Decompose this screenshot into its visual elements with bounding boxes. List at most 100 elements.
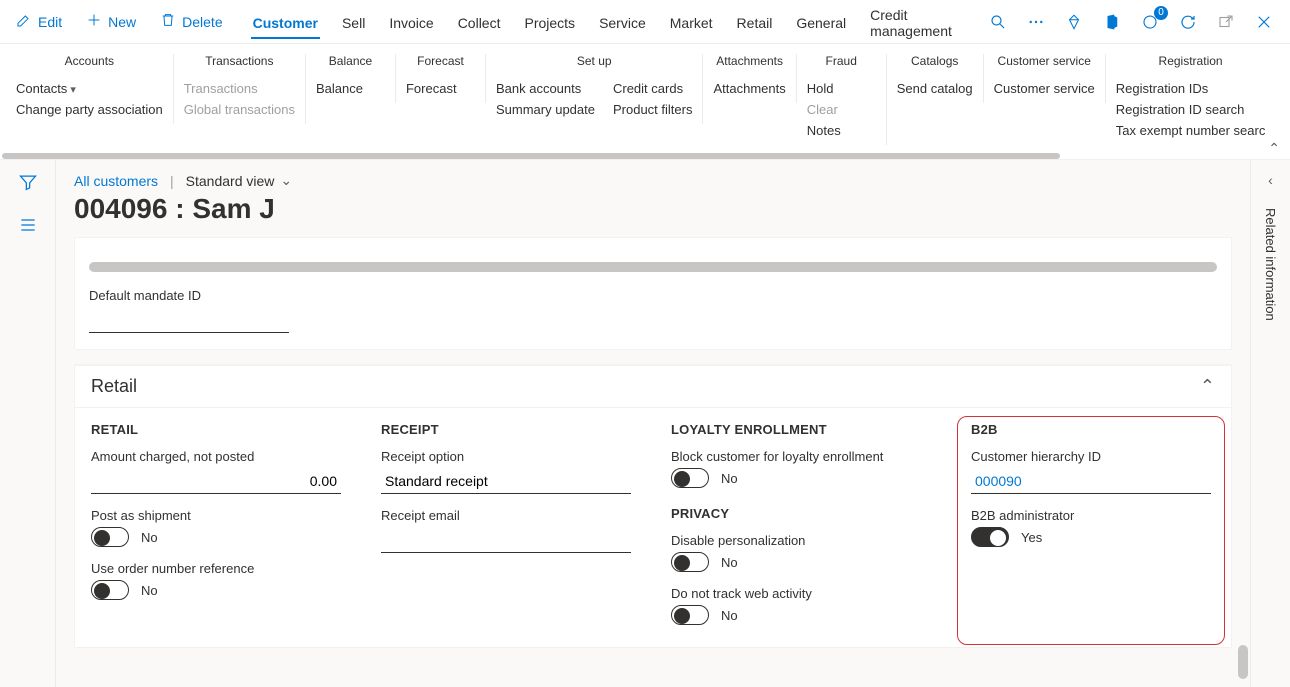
rg-title: Attachments [713,54,785,68]
ribbon-group-customer-service: Customer service Customer service [984,54,1106,103]
chevron-left-icon[interactable]: ‹ [1268,168,1273,204]
diamond-icon[interactable] [1064,12,1084,32]
amount-label: Amount charged, not posted [91,449,341,464]
ribbon-scrollbar[interactable] [2,153,1060,159]
subheader-b2b: B2B [971,422,1211,437]
rg-registration-ids[interactable]: Registration IDs [1116,78,1266,99]
refresh-icon[interactable] [1178,12,1198,32]
list-icon[interactable] [18,215,38,238]
card-mandate: Default mandate ID [74,237,1232,350]
view-selector[interactable]: Standard view ⌄ [186,172,292,189]
ribbon-group-registration: Registration Registration IDs Registrati… [1106,54,1276,145]
rg-clear: Clear [807,99,876,120]
app-bar: Edit New Delete Customer Sell Invoice Co… [0,0,1290,44]
rg-title: Balance [316,54,385,68]
do-not-track-label: Do not track web activity [671,586,931,601]
b2b-admin-value: Yes [1021,530,1042,545]
rg-contacts[interactable]: Contacts [16,78,163,99]
office-icon[interactable] [1102,12,1122,32]
hierarchy-input[interactable] [971,468,1211,494]
subheader-loyalty: LOYALTY ENROLLMENT [671,422,931,437]
post-label: Post as shipment [91,508,341,523]
rg-transactions: Transactions [184,78,295,99]
block-loyalty-label: Block customer for loyalty enrollment [671,449,931,464]
col-loyalty: LOYALTY ENROLLMENT Block customer for lo… [671,422,931,639]
receipt-email-input[interactable] [381,527,631,553]
plus-icon [86,12,102,31]
content: All customers | Standard view ⌄ 004096 :… [56,160,1250,687]
col-retail: RETAIL Amount charged, not posted Post a… [91,422,341,639]
tab-service[interactable]: Service [587,5,658,39]
filter-icon[interactable] [18,172,38,195]
amount-input[interactable] [91,468,341,494]
rg-balance[interactable]: Balance [316,78,385,99]
receipt-email-label: Receipt email [381,508,631,523]
tab-collect[interactable]: Collect [446,5,513,39]
post-value: No [141,530,158,545]
order-ref-label: Use order number reference [91,561,341,576]
rg-customer-service[interactable]: Customer service [994,78,1095,99]
trash-icon [160,12,176,31]
right-rail: ‹ Related information [1250,160,1290,687]
ribbon-group-attachments: Attachments Attachments [703,54,796,103]
post-toggle[interactable] [91,527,129,547]
breadcrumb-all-customers[interactable]: All customers [74,173,158,189]
related-info-label[interactable]: Related information [1263,208,1278,321]
tab-projects[interactable]: Projects [512,5,587,39]
chevron-up-icon[interactable]: ⌃ [1200,376,1215,397]
rg-notes[interactable]: Notes [807,120,876,141]
subheader-privacy: PRIVACY [671,506,931,521]
ribbon-group-setup: Set up Bank accounts Summary update Cred… [486,54,703,124]
notifications-icon[interactable]: 0 [1140,12,1160,32]
mandate-label: Default mandate ID [89,288,1217,303]
rg-tax-exempt-search[interactable]: Tax exempt number searc [1116,120,1266,141]
rg-title: Registration [1116,54,1266,68]
delete-button[interactable]: Delete [150,6,232,37]
mandate-input[interactable] [89,307,289,333]
b2b-admin-toggle[interactable] [971,527,1009,547]
do-not-track-toggle[interactable] [671,605,709,625]
receipt-option-input[interactable] [381,468,631,494]
search-icon[interactable] [988,12,1008,32]
rg-title: Set up [496,54,692,68]
tab-retail[interactable]: Retail [725,5,785,39]
rg-summary-update[interactable]: Summary update [496,99,595,120]
appbar-left: Edit New Delete Customer Sell Invoice Co… [6,0,988,47]
order-ref-toggle[interactable] [91,580,129,600]
rg-hold[interactable]: Hold [807,78,876,99]
rg-credit-cards[interactable]: Credit cards [613,78,692,99]
tab-market[interactable]: Market [658,5,725,39]
rg-attachments[interactable]: Attachments [713,78,785,99]
tab-credit-management[interactable]: Credit management [858,0,988,47]
tab-customer[interactable]: Customer [241,5,330,39]
inline-scrollbar[interactable] [89,262,1217,272]
rg-registration-id-search[interactable]: Registration ID search [1116,99,1266,120]
ribbon-group-accounts: Accounts Contacts Change party associati… [6,54,174,124]
separator: | [170,173,174,189]
rg-product-filters[interactable]: Product filters [613,99,692,120]
close-icon[interactable] [1254,12,1274,32]
subheader-receipt: RECEIPT [381,422,631,437]
pencil-icon [16,12,32,31]
popout-icon[interactable] [1216,12,1236,32]
more-icon[interactable] [1026,12,1046,32]
block-loyalty-toggle[interactable] [671,468,709,488]
content-scrollbar[interactable] [1238,645,1248,679]
rg-global-transactions: Global transactions [184,99,295,120]
section-header-retail[interactable]: Retail ⌃ [75,365,1231,408]
rg-forecast[interactable]: Forecast [406,78,475,99]
edit-button[interactable]: Edit [6,6,72,37]
delete-label: Delete [182,14,222,30]
card-retail: Retail ⌃ RETAIL Amount charged, not post… [74,364,1232,648]
disable-pers-toggle[interactable] [671,552,709,572]
tab-general[interactable]: General [784,5,858,39]
rg-bank-accounts[interactable]: Bank accounts [496,78,595,99]
tab-sell[interactable]: Sell [330,5,377,39]
chevron-up-icon[interactable]: ⌃ [1268,140,1280,157]
b2b-admin-label: B2B administrator [971,508,1211,523]
left-rail [0,160,56,687]
rg-change-party[interactable]: Change party association [16,99,163,120]
new-button[interactable]: New [76,6,146,37]
rg-send-catalog[interactable]: Send catalog [897,78,973,99]
tab-invoice[interactable]: Invoice [377,5,445,39]
